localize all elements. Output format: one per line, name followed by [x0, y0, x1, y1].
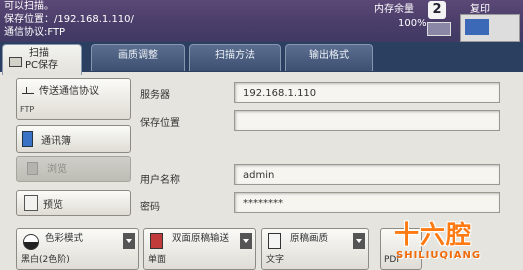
browse-icon: [27, 162, 38, 175]
preview-icon: [24, 195, 38, 211]
status-bar: 可以扫描。 保存位置：/192.168.1.110/ 通信协议:FTP 内存余量…: [0, 0, 523, 42]
job-list-icon[interactable]: [427, 22, 451, 36]
chevron-down-icon: [353, 233, 365, 249]
chevron-down-icon: [123, 233, 135, 249]
color-mode-button[interactable]: 色彩模式 黑白(2色阶): [16, 228, 139, 270]
counter-icon: 2: [428, 1, 446, 19]
duplex-original-button[interactable]: 双面原稿输送 单面: [143, 228, 256, 270]
setting-name: 色彩模式: [45, 233, 84, 244]
tab-label: 扫描: [29, 48, 49, 59]
setting-name: 双面原稿输送: [172, 233, 230, 244]
button-label: 浏览: [47, 164, 67, 175]
tab-output-format[interactable]: 输出格式: [285, 44, 373, 71]
original-quality-icon: [268, 233, 281, 249]
memory-label: 内存余量: [374, 4, 414, 15]
tab-label: 扫描方法: [215, 50, 255, 61]
button-label: 预览: [43, 200, 63, 211]
button-label: 通讯簿: [41, 136, 71, 147]
preview-button[interactable]: 预览: [16, 190, 131, 216]
status-message: 可以扫描。: [4, 1, 54, 12]
address-book-button[interactable]: 通讯簿: [16, 125, 131, 153]
browse-button[interactable]: 浏览: [16, 156, 131, 182]
watermark-subtext: SHILIUQIANG: [396, 250, 482, 261]
original-quality-button[interactable]: 原稿画质 文字: [261, 228, 369, 270]
tab-scan-method[interactable]: 扫描方法: [189, 44, 281, 71]
setting-name: 原稿画质: [290, 233, 329, 244]
watermark-logo: 十六腔 SHILIUQIANG: [380, 212, 523, 270]
scan-screen: 可以扫描。 保存位置：/192.168.1.110/ 通信协议:FTP 内存余量…: [0, 0, 523, 270]
username-label: 用户名称: [140, 175, 180, 186]
scan-icon: [9, 57, 22, 67]
address-book-icon: [22, 131, 33, 147]
setting-value: 单面: [148, 255, 167, 265]
password-label: 密码: [140, 202, 160, 213]
tab-label: 画质调整: [118, 50, 158, 61]
button-label: 传送通信协议: [39, 86, 99, 97]
password-input[interactable]: ********: [234, 192, 500, 213]
mode-label[interactable]: 复印: [470, 0, 490, 15]
toner-icon: [460, 14, 520, 42]
server-label: 服务器: [140, 90, 170, 101]
chevron-down-icon: [240, 233, 252, 249]
username-input[interactable]: admin: [234, 164, 500, 185]
save-location-input[interactable]: [234, 110, 500, 131]
save-location-status: 保存位置：/192.168.1.110/: [4, 14, 134, 25]
watermark-text: 十六腔: [394, 220, 473, 249]
setting-value: 文字: [266, 255, 285, 265]
save-location-label: 保存位置: [140, 118, 180, 129]
transfer-protocol-button[interactable]: 传送通信协议 FTP: [16, 78, 131, 120]
setting-value: 黑白(2色阶): [21, 255, 70, 265]
tab-scan-pc-save[interactable]: 扫描 PC保存: [2, 44, 82, 75]
duplex-icon: [150, 233, 163, 249]
protocol-value: FTP: [20, 105, 35, 114]
tab-label: 输出格式: [309, 50, 349, 61]
tab-image-quality[interactable]: 画质调整: [91, 44, 185, 71]
color-mode-icon: [23, 234, 39, 250]
network-icon: [22, 87, 34, 94]
memory-value: 100%: [398, 18, 427, 29]
protocol-status: 通信协议:FTP: [4, 27, 66, 38]
server-input[interactable]: 192.168.1.110: [234, 82, 500, 103]
tab-sublabel: PC保存: [25, 60, 59, 71]
tab-bar: 扫描 PC保存 画质调整 扫描方法 输出格式: [0, 42, 523, 75]
